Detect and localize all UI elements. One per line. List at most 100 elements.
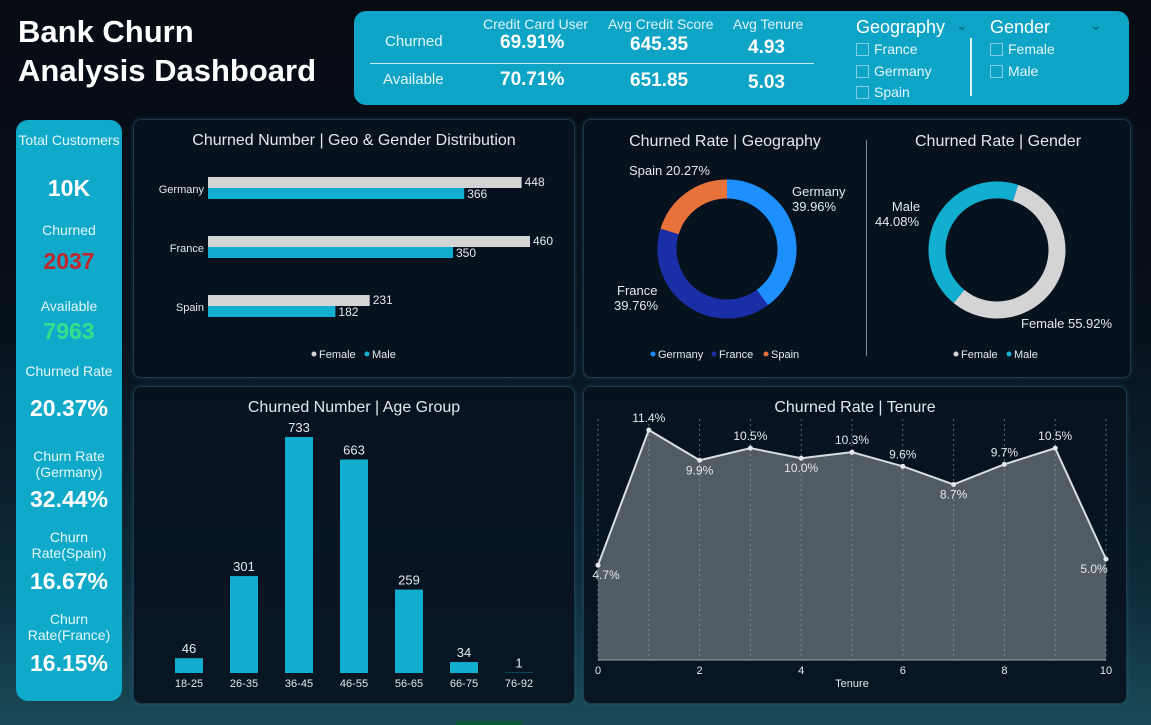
churned-credit-score: 645.35 bbox=[630, 34, 689, 55]
data-label: 9.7% bbox=[991, 445, 1019, 459]
geography-slicer-title: Geography bbox=[856, 17, 946, 37]
legend-male: Male bbox=[372, 349, 396, 361]
category-label: Germany bbox=[159, 184, 205, 196]
slicer-divider bbox=[970, 38, 972, 96]
data-point bbox=[1052, 445, 1058, 451]
data-label: 10.5% bbox=[733, 429, 767, 443]
kpi-sidebar: Total Customers 10K Churned 2037 Availab… bbox=[16, 120, 122, 701]
bar-male bbox=[208, 188, 465, 199]
france-rate-value: 16.15% bbox=[29, 650, 108, 676]
slice-germany bbox=[726, 179, 797, 306]
total-customers-value: 10K bbox=[47, 175, 91, 201]
data-point bbox=[1001, 461, 1007, 467]
data-label: 9.9% bbox=[686, 463, 714, 477]
germany-rate-value: 32.44% bbox=[29, 486, 108, 512]
legend-dot bbox=[711, 351, 717, 357]
churned-credit-card: 69.91% bbox=[500, 32, 565, 53]
category-label: 76-92 bbox=[505, 678, 533, 690]
legend-dot bbox=[650, 351, 656, 357]
col-header-credit-card: Credit Card User bbox=[483, 16, 589, 32]
data-label: 5.0% bbox=[1080, 562, 1108, 576]
page-tab-indicator[interactable] bbox=[456, 721, 522, 725]
checkbox-icon[interactable] bbox=[856, 42, 869, 56]
row-label-churned: Churned bbox=[385, 33, 443, 50]
age-bar bbox=[230, 576, 258, 673]
data-label: 366 bbox=[467, 187, 487, 201]
geo-gender-chart: Germany 448 366 France 460 350 Spain 231 182 Fema… bbox=[159, 175, 554, 361]
churned-label: Churned bbox=[42, 222, 96, 238]
checkbox-icon[interactable] bbox=[990, 42, 1003, 56]
age-group-panel: Churned Number | Age Group 46 18-25 301 26-… bbox=[133, 386, 575, 704]
data-point bbox=[900, 463, 906, 469]
checkbox-icon[interactable] bbox=[856, 64, 869, 78]
tick-label: 4 bbox=[798, 665, 804, 677]
age-bar bbox=[395, 589, 423, 673]
donut-panel: Churned Rate | Geography Churned Rate | … bbox=[583, 119, 1131, 378]
label-spain: Spain 20.27% bbox=[629, 163, 710, 178]
data-label: 34 bbox=[457, 645, 471, 660]
gender-option-male[interactable]: Male bbox=[990, 63, 1038, 79]
geography-option-france[interactable]: France bbox=[856, 41, 918, 57]
category-label: Spain bbox=[176, 302, 204, 314]
legend-dot-male bbox=[1006, 351, 1012, 357]
x-axis-title: Tenure bbox=[835, 678, 869, 690]
donut-charts: Germany39.96%France39.76%Spain 20.27%Ger… bbox=[614, 163, 1112, 361]
tenure-area bbox=[598, 430, 1106, 660]
france-rate-label: Churn Rate(France) bbox=[27, 611, 111, 643]
germany-rate-label: Churn Rate (Germany) bbox=[33, 448, 105, 480]
data-label: 231 bbox=[373, 293, 393, 307]
category-label: 46-55 bbox=[340, 678, 368, 690]
geography-chevron-down-icon[interactable]: ⌄ bbox=[956, 17, 968, 34]
legend-female: Female bbox=[319, 349, 356, 361]
col-header-credit-score: Avg Credit Score bbox=[608, 16, 714, 32]
label-germany-pct: 39.96% bbox=[792, 199, 837, 214]
legend-item: Germany bbox=[658, 349, 704, 361]
label-germany: Germany bbox=[792, 184, 846, 199]
spain-rate-value: 16.67% bbox=[29, 568, 108, 594]
category-label: 18-25 bbox=[175, 678, 203, 690]
checkbox-icon[interactable] bbox=[990, 64, 1003, 78]
legend-dot bbox=[763, 351, 769, 357]
tick-label: 0 bbox=[595, 665, 601, 677]
data-label: 8.7% bbox=[940, 487, 968, 501]
churned-rate-value: 20.37% bbox=[29, 395, 108, 421]
data-label: 301 bbox=[233, 559, 255, 574]
data-label: 9.6% bbox=[889, 447, 917, 461]
data-label: 733 bbox=[288, 420, 310, 435]
legend-item: Spain bbox=[771, 349, 799, 361]
geo-gender-panel: Churned Number | Geo & Gender Distributi… bbox=[133, 119, 575, 378]
data-point bbox=[747, 445, 753, 451]
category-label: France bbox=[170, 243, 204, 255]
available-tenure: 5.03 bbox=[748, 72, 785, 93]
data-point bbox=[849, 449, 855, 455]
data-label: 11.4% bbox=[632, 411, 665, 425]
data-label: 10.0% bbox=[784, 461, 818, 475]
geography-option-germany[interactable]: Germany bbox=[856, 63, 932, 79]
tick-label: 6 bbox=[900, 665, 906, 677]
legend-item: France bbox=[719, 349, 753, 361]
label-male: Male bbox=[892, 199, 920, 214]
slice-male bbox=[928, 181, 1019, 303]
checkbox-icon[interactable] bbox=[856, 85, 869, 99]
churned-tenure: 4.93 bbox=[748, 37, 785, 58]
data-label: 4.7% bbox=[592, 568, 620, 582]
gender-chevron-down-icon[interactable]: ⌄ bbox=[1090, 17, 1102, 34]
category-label: 56-65 bbox=[395, 678, 423, 690]
age-bar bbox=[450, 662, 478, 673]
geography-option-spain[interactable]: Spain bbox=[856, 84, 910, 100]
legend-dot-female bbox=[953, 351, 959, 357]
bar-male bbox=[208, 306, 336, 317]
total-customers-label: Total Customers bbox=[18, 132, 120, 148]
data-label: 663 bbox=[343, 443, 365, 458]
age-bar bbox=[285, 437, 313, 673]
data-point bbox=[798, 455, 804, 461]
data-point bbox=[646, 427, 652, 433]
data-point bbox=[595, 562, 601, 568]
tenure-panel: Churned Rate | Tenure 4.7% 11.4% 9.9% 10.5%… bbox=[583, 386, 1127, 704]
gender-option-female[interactable]: Female bbox=[990, 41, 1055, 57]
summary-divider bbox=[370, 63, 814, 64]
dashboard-title: Bank Churn Analysis Dashboard bbox=[18, 12, 316, 90]
data-label: 460 bbox=[533, 234, 553, 248]
age-bar bbox=[340, 459, 368, 673]
age-group-chart: 46 18-25 301 26-35 733 36-45 663 46-55 259 56-65 3… bbox=[175, 420, 533, 690]
